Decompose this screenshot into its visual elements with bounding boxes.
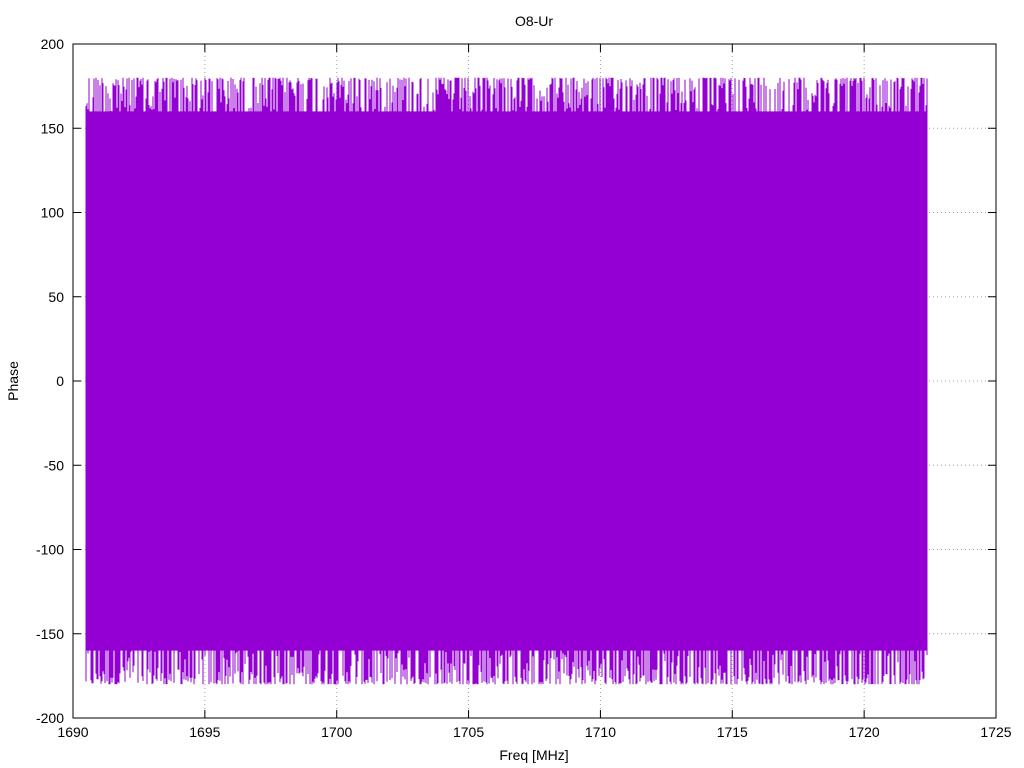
y-tick-label: 0 [56,373,64,389]
y-tick-label: 50 [48,289,64,305]
x-tick-label: 1720 [849,724,880,740]
phase-chart: 1690 1695 1700 1705 1710 1715 1720 1725 -200 -150… [0,0,1024,768]
x-tick-label: 1710 [585,724,616,740]
x-tick-label: 1700 [321,724,352,740]
y-tick-label: -150 [36,626,64,642]
y-tick-label: 150 [41,120,65,136]
y-tick-label: 100 [41,205,65,221]
data-series [85,77,928,685]
x-axis-label: Freq [MHz] [499,747,568,763]
series-trace [85,77,928,685]
y-tick-label: -200 [36,710,64,726]
x-tick-label: 1695 [189,724,220,740]
y-tick-label: 200 [41,36,65,52]
x-tick-label: 1690 [57,724,88,740]
y-tick-label: -50 [44,457,64,473]
x-tick-label: 1705 [453,724,484,740]
y-axis-label: Phase [5,361,21,401]
chart-title: O8-Ur [515,13,553,29]
x-tick-label: 1715 [717,724,748,740]
chart-container: 1690 1695 1700 1705 1710 1715 1720 1725 -200 -150… [0,0,1024,768]
y-tick-label: -100 [36,542,64,558]
x-tick-label: 1725 [980,724,1011,740]
